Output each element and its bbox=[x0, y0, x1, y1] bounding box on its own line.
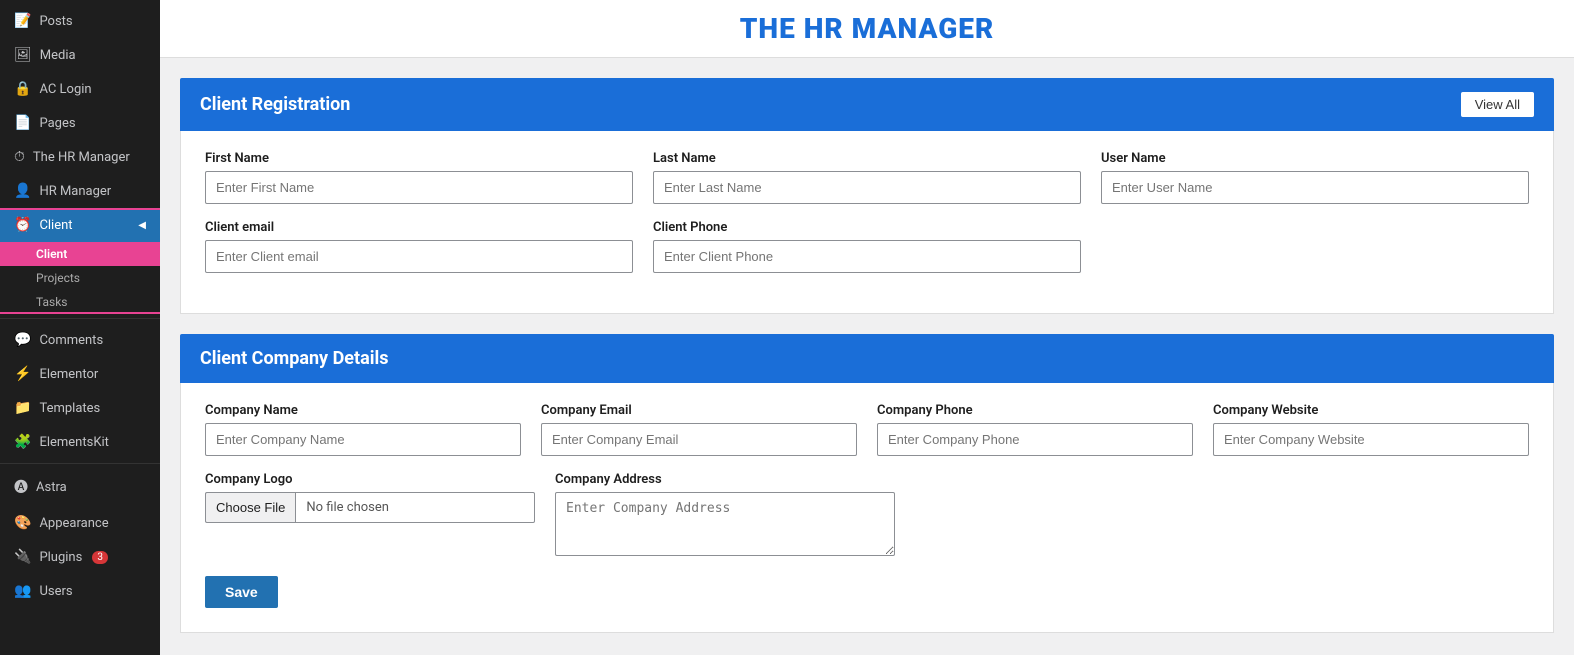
sidebar-item-templates[interactable]: 📁 Templates bbox=[0, 391, 160, 425]
file-name-display: No file chosen bbox=[295, 492, 535, 523]
save-button[interactable]: Save bbox=[205, 576, 278, 608]
comments-icon: 💬 bbox=[14, 332, 31, 348]
choose-file-button[interactable]: Choose File bbox=[205, 492, 295, 523]
sidebar-item-comments[interactable]: 💬 Comments bbox=[0, 323, 160, 357]
elementskit-icon: 🧩 bbox=[14, 434, 31, 450]
first-name-label: First Name bbox=[205, 151, 633, 166]
client-phone-label: Client Phone bbox=[653, 220, 1081, 235]
hr-manager-icon: ⏱ bbox=[14, 149, 25, 165]
view-all-button[interactable]: View All bbox=[1461, 92, 1534, 117]
sidebar-item-appearance[interactable]: 🎨 Appearance bbox=[0, 506, 160, 540]
templates-icon: 📁 bbox=[14, 400, 31, 416]
sidebar-item-users[interactable]: 👥 Users bbox=[0, 574, 160, 608]
client-email-input[interactable] bbox=[205, 240, 633, 273]
user-name-label: User Name bbox=[1101, 151, 1529, 166]
user-name-input[interactable] bbox=[1101, 171, 1529, 204]
form-row-names: First Name Last Name User Name bbox=[205, 151, 1529, 204]
company-form-row1: Company Name Company Email Company Phone… bbox=[205, 403, 1529, 456]
sidebar-sub-client[interactable]: Client bbox=[0, 242, 160, 266]
main-content: THE HR MANAGER Client Registration View … bbox=[160, 0, 1574, 655]
sidebar: 📝 Posts 🖼 Media 🔒 AC Login 📄 Pages ⏱ The… bbox=[0, 0, 160, 655]
client-menu-box: ⏰ Client ◀ Client Projects Tasks bbox=[0, 208, 160, 314]
sidebar-item-plugins[interactable]: 🔌 Plugins 3 bbox=[0, 540, 160, 574]
top-bar: THE HR MANAGER bbox=[160, 0, 1574, 58]
company-address-label: Company Address bbox=[555, 472, 895, 487]
company-logo-group: Company Logo Choose File No file chosen bbox=[205, 472, 535, 556]
client-registration-header: Client Registration View All bbox=[180, 78, 1554, 131]
posts-icon: 📝 bbox=[14, 13, 31, 29]
sidebar-item-the-hr-manager[interactable]: ⏱ The HR Manager bbox=[0, 140, 160, 174]
company-details-header: Client Company Details bbox=[180, 334, 1554, 383]
sidebar-item-hr-manager[interactable]: 👤 HR Manager bbox=[0, 174, 160, 208]
company-phone-input[interactable] bbox=[877, 423, 1193, 456]
astra-icon: 🅐 bbox=[14, 477, 28, 497]
client-chevron-icon: ◀ bbox=[138, 220, 146, 231]
pages-icon: 📄 bbox=[14, 115, 31, 131]
plugins-icon: 🔌 bbox=[14, 549, 31, 565]
company-phone-label: Company Phone bbox=[877, 403, 1193, 418]
company-email-label: Company Email bbox=[541, 403, 857, 418]
page-title: THE HR MANAGER bbox=[180, 12, 1554, 45]
company-phone-group: Company Phone bbox=[877, 403, 1193, 456]
save-row: Save bbox=[205, 572, 1529, 608]
sidebar-sub-projects[interactable]: Projects bbox=[0, 266, 160, 290]
appearance-icon: 🎨 bbox=[14, 515, 31, 531]
last-name-label: Last Name bbox=[653, 151, 1081, 166]
company-name-label: Company Name bbox=[205, 403, 521, 418]
company-website-group: Company Website bbox=[1213, 403, 1529, 456]
ac-login-icon: 🔒 bbox=[14, 81, 31, 97]
client-registration-section: Client Registration View All First Name … bbox=[180, 78, 1554, 314]
last-name-input[interactable] bbox=[653, 171, 1081, 204]
sidebar-item-elementskit[interactable]: 🧩 ElementsKit bbox=[0, 425, 160, 459]
first-name-input[interactable] bbox=[205, 171, 633, 204]
sidebar-item-ac-login[interactable]: 🔒 AC Login bbox=[0, 72, 160, 106]
user-name-group: User Name bbox=[1101, 151, 1529, 204]
company-website-input[interactable] bbox=[1213, 423, 1529, 456]
elementor-icon: ⚡ bbox=[14, 366, 31, 382]
sidebar-item-astra[interactable]: 🅐 Astra bbox=[0, 468, 160, 506]
first-name-group: First Name bbox=[205, 151, 633, 204]
sidebar-item-pages[interactable]: 📄 Pages bbox=[0, 106, 160, 140]
company-name-group: Company Name bbox=[205, 403, 521, 456]
sidebar-sub-tasks[interactable]: Tasks bbox=[0, 290, 160, 314]
content-area: Client Registration View All First Name … bbox=[160, 58, 1574, 655]
form-row-contact: Client email Client Phone bbox=[205, 220, 1529, 273]
company-email-group: Company Email bbox=[541, 403, 857, 456]
hr-manager2-icon: 👤 bbox=[14, 183, 31, 199]
company-email-input[interactable] bbox=[541, 423, 857, 456]
sidebar-item-elementor[interactable]: ⚡ Elementor bbox=[0, 357, 160, 391]
company-form-row2: Company Logo Choose File No file chosen … bbox=[205, 472, 1529, 556]
client-phone-input[interactable] bbox=[653, 240, 1081, 273]
client-email-group: Client email bbox=[205, 220, 633, 273]
client-icon: ⏰ bbox=[14, 217, 31, 233]
sidebar-item-media[interactable]: 🖼 Media bbox=[0, 38, 160, 72]
company-address-input[interactable] bbox=[555, 492, 895, 556]
sidebar-item-client[interactable]: ⏰ Client ◀ bbox=[0, 208, 160, 242]
users-icon: 👥 bbox=[14, 583, 31, 599]
last-name-group: Last Name bbox=[653, 151, 1081, 204]
company-address-group: Company Address bbox=[555, 472, 895, 556]
sidebar-item-posts[interactable]: 📝 Posts bbox=[0, 4, 160, 38]
file-input-wrapper: Choose File No file chosen bbox=[205, 492, 535, 523]
client-registration-form: First Name Last Name User Name C bbox=[180, 131, 1554, 314]
client-email-label: Client email bbox=[205, 220, 633, 235]
media-icon: 🖼 bbox=[14, 47, 32, 63]
company-details-section: Client Company Details Company Name Comp… bbox=[180, 334, 1554, 633]
company-logo-label: Company Logo bbox=[205, 472, 535, 487]
plugins-badge: 3 bbox=[92, 551, 108, 564]
client-registration-title: Client Registration bbox=[200, 94, 350, 115]
company-details-title: Client Company Details bbox=[200, 348, 389, 369]
company-website-label: Company Website bbox=[1213, 403, 1529, 418]
client-submenu: Client Projects Tasks bbox=[0, 242, 160, 314]
client-phone-group: Client Phone bbox=[653, 220, 1081, 273]
company-details-form: Company Name Company Email Company Phone… bbox=[180, 383, 1554, 633]
company-name-input[interactable] bbox=[205, 423, 521, 456]
